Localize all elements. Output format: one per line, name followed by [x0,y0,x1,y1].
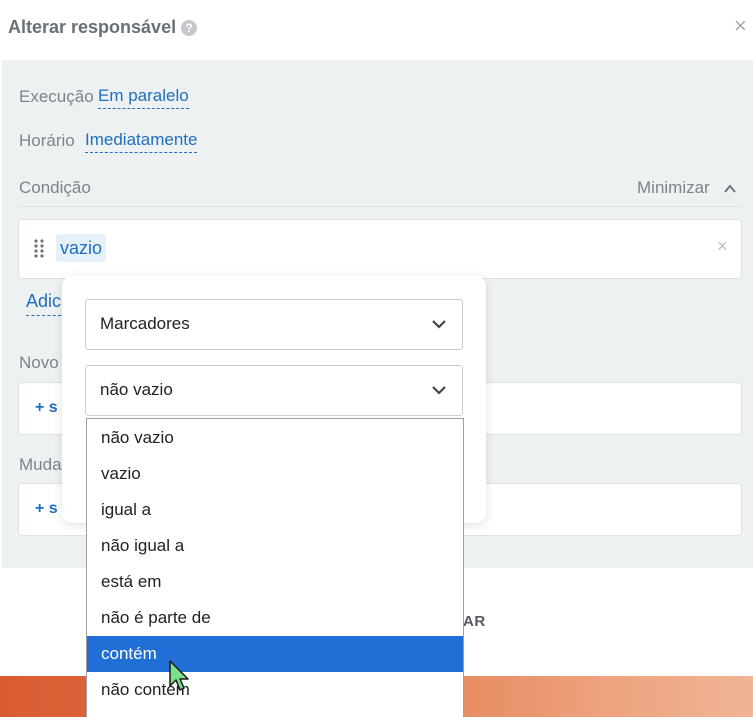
dropdown-option[interactable]: não igual a [87,528,463,564]
chevron-down-icon [432,386,446,395]
horario-label: Horário [19,131,75,150]
operator-select[interactable]: não vazio [85,365,463,416]
dialog-header: Alterar responsável ? × [0,0,753,60]
operator-select-value: não vazio [100,380,173,399]
drag-handle-icon[interactable] [33,238,45,258]
novo-label: Novo [19,353,59,372]
chevron-down-icon [432,320,446,329]
condicao-label: Condição [19,178,91,197]
dropdown-option[interactable]: não é parte de [87,600,463,636]
dropdown-option-selected[interactable]: contém [87,636,463,672]
horario-value-link[interactable]: Imediatamente [85,130,198,153]
operator-dropdown-list: não vazio vazio igual a não igual a está… [86,418,464,717]
divider [18,206,741,207]
minimize-button[interactable]: Minimizar [637,178,710,198]
condition-tag[interactable]: vazio [56,234,107,262]
footer-action-button[interactable]: AR [463,613,486,630]
remove-condition-icon[interactable]: × [717,236,728,257]
muda-label: Muda [19,455,62,474]
chevron-up-icon[interactable] [724,183,736,195]
dropdown-option[interactable]: não contém [87,672,463,708]
field-select-value: Marcadores [100,314,190,333]
muda-add-button[interactable]: + s [35,500,58,518]
dropdown-option[interactable]: vazio [87,456,463,492]
field-select[interactable]: Marcadores [85,299,463,350]
help-icon[interactable]: ? [181,20,197,36]
dropdown-option[interactable]: não vazio [87,420,463,456]
add-condition-link[interactable]: Adic [26,291,62,316]
novo-add-button[interactable]: + s [35,399,58,417]
dropdown-option[interactable]: igual a [87,492,463,528]
execucao-label: Execução [19,87,94,106]
mouse-cursor-icon [169,660,189,691]
execucao-value-link[interactable]: Em paralelo [98,86,189,109]
dialog-title: Alterar responsável [8,17,177,37]
dropdown-option[interactable]: está em [87,564,463,600]
close-icon[interactable]: × [734,15,747,37]
